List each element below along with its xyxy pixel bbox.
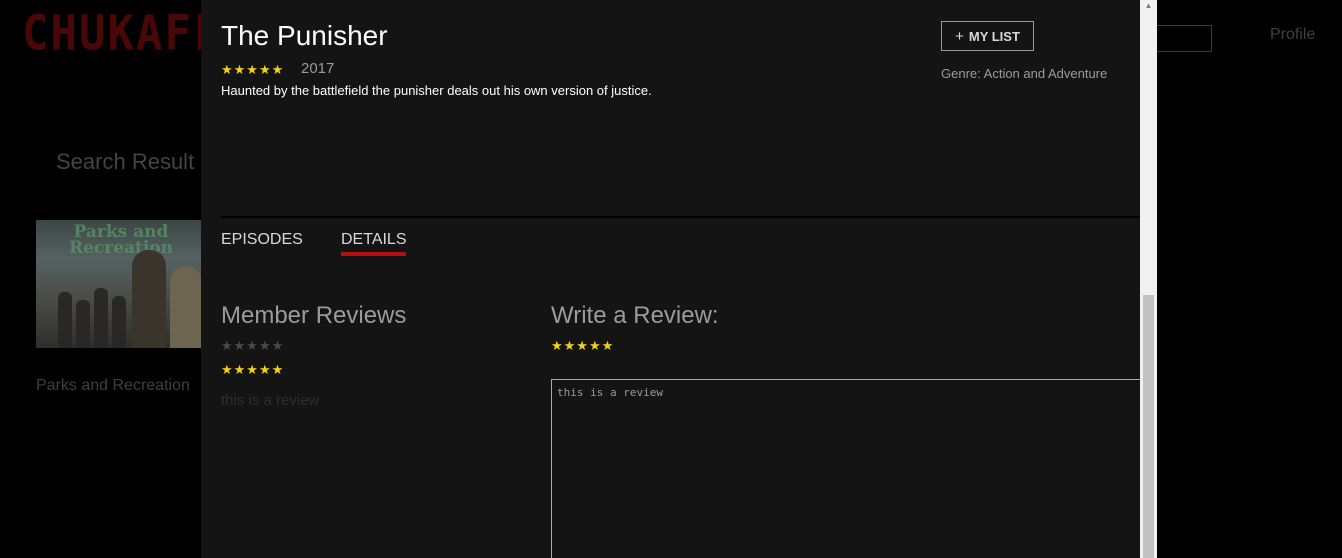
show-rating-stars: ★★★★★ [221, 62, 285, 77]
genre-label: Genre: [941, 66, 981, 81]
thumbnail-figure [170, 266, 202, 348]
review-rating-stars: ★★★★★ [221, 338, 285, 353]
show-synopsis: Haunted by the battlefield the punisher … [221, 83, 652, 98]
scroll-up-arrow-icon[interactable]: ▲ [1140, 0, 1157, 12]
site-logo[interactable]: CHUKAFL [22, 5, 221, 61]
scrollbar-thumb[interactable] [1143, 295, 1154, 558]
show-title: The Punisher [221, 20, 388, 51]
genre-value: Action and Adventure [983, 66, 1108, 81]
show-detail-modal: The Punisher ★★★★★ 2017 Haunted by the b… [201, 0, 1140, 558]
write-review-heading: Write a Review: [551, 302, 719, 329]
thumbnail-figure [58, 292, 72, 348]
thumbnail-figure [76, 300, 90, 348]
genre: Genre: Action and Adventure [941, 66, 1107, 81]
my-list-button[interactable]: + MY LIST [941, 21, 1034, 51]
profile-link[interactable]: Profile [1270, 26, 1315, 44]
search-input[interactable] [1150, 25, 1212, 52]
active-tab-indicator [341, 252, 406, 256]
member-reviews-heading: Member Reviews [221, 302, 407, 329]
review-textarea[interactable]: this is a review [551, 379, 1140, 558]
review-star-rating-input[interactable]: ★★★★★ [551, 338, 614, 354]
result-title[interactable]: Parks and Recreation [36, 377, 190, 395]
modal-scrollbar[interactable]: ▲ [1140, 0, 1157, 558]
thumbnail-figure [132, 250, 166, 348]
thumbnail-title: Parks and Recreation [68, 222, 174, 258]
tab-details[interactable]: DETAILS [341, 231, 407, 249]
search-results-heading: Search Result [56, 149, 195, 174]
divider [221, 216, 1140, 218]
show-year: 2017 [301, 60, 335, 77]
review-rating-stars: ★★★★★ [221, 362, 285, 377]
plus-icon: + [955, 27, 964, 45]
result-thumbnail[interactable]: Parks and Recreation [36, 220, 216, 348]
tab-episodes[interactable]: EPISODES [221, 231, 303, 249]
thumbnail-figure [112, 296, 126, 348]
review-text: this is a review [221, 392, 320, 409]
my-list-label: MY LIST [968, 28, 1020, 44]
thumbnail-figure [94, 288, 108, 348]
